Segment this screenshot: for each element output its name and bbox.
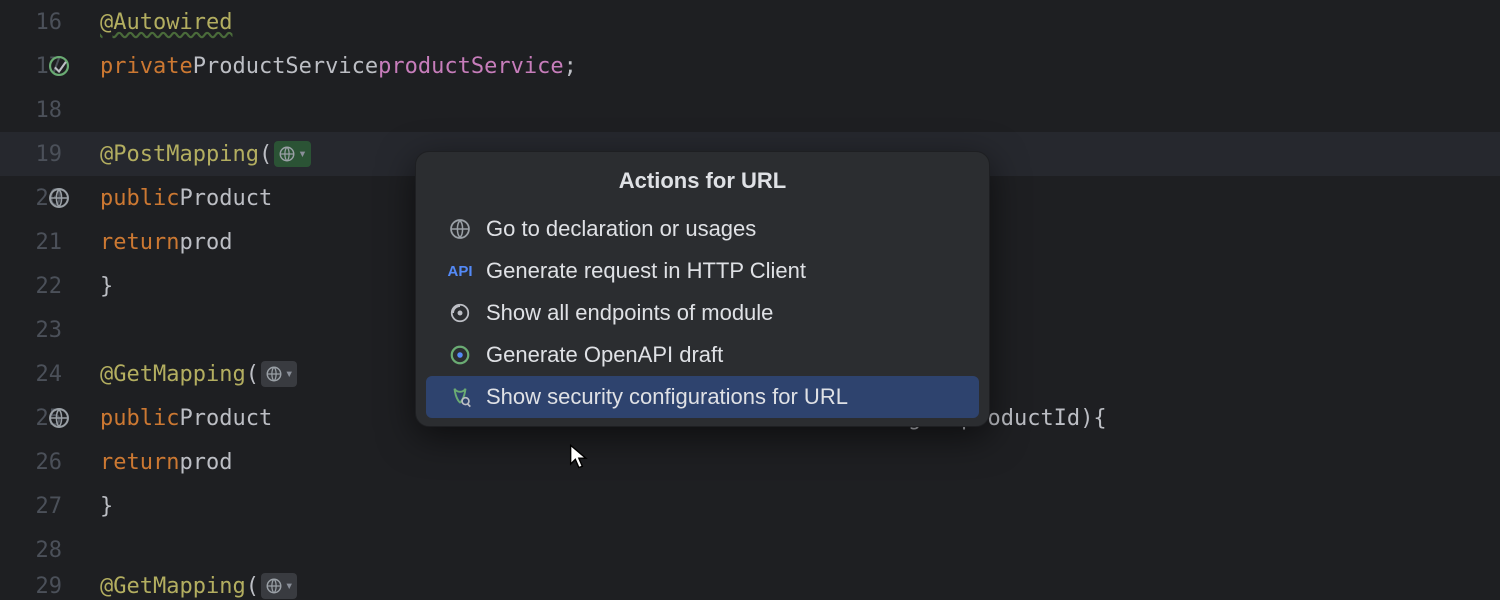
- url-inlay-hint[interactable]: ▾: [274, 141, 310, 167]
- line-number: 29: [0, 574, 90, 599]
- endpoints-icon: [448, 301, 472, 325]
- action-generate-openapi[interactable]: Generate OpenAPI draft: [426, 334, 979, 376]
- line-number: 25: [0, 406, 90, 431]
- annotation: @Autowired: [100, 10, 232, 35]
- action-label: Generate request in HTTP Client: [486, 258, 806, 284]
- action-label: Show all endpoints of module: [486, 300, 773, 326]
- action-label: Go to declaration or usages: [486, 216, 756, 242]
- line-number: 23: [0, 318, 90, 343]
- code-line[interactable]: 28: [0, 528, 1500, 572]
- web-endpoint-gutter-icon[interactable]: [48, 407, 70, 429]
- code-line[interactable]: 27 }: [0, 484, 1500, 528]
- action-show-endpoints[interactable]: Show all endpoints of module: [426, 292, 979, 334]
- spring-bean-gutter-icon[interactable]: [48, 55, 70, 77]
- action-label: Show security configurations for URL: [486, 384, 848, 410]
- action-goto-declaration[interactable]: Go to declaration or usages: [426, 208, 979, 250]
- url-inlay-hint[interactable]: ▾: [261, 361, 297, 387]
- action-label: Generate OpenAPI draft: [486, 342, 723, 368]
- line-number: 27: [0, 494, 90, 519]
- actions-popup: Actions for URL Go to declaration or usa…: [415, 151, 990, 427]
- web-endpoint-gutter-icon[interactable]: [48, 187, 70, 209]
- api-icon: API: [448, 259, 472, 283]
- url-inlay-hint[interactable]: ▾: [261, 573, 297, 599]
- line-number: 26: [0, 450, 90, 475]
- line-number: 16: [0, 10, 90, 35]
- line-number: 22: [0, 274, 90, 299]
- code-line[interactable]: 16 @Autowired: [0, 0, 1500, 44]
- spring-security-icon: [448, 385, 472, 409]
- line-number: 24: [0, 362, 90, 387]
- globe-icon: [448, 217, 472, 241]
- code-line[interactable]: 29 @GetMapping(▾: [0, 572, 1500, 600]
- action-show-security[interactable]: Show security configurations for URL: [426, 376, 979, 418]
- line-number: 17: [0, 54, 90, 79]
- code-line[interactable]: 18: [0, 88, 1500, 132]
- code-line[interactable]: 26 return prod: [0, 440, 1500, 484]
- line-number: 18: [0, 98, 90, 123]
- code-line[interactable]: 17 private ProductService productService…: [0, 44, 1500, 88]
- action-generate-http[interactable]: API Generate request in HTTP Client: [426, 250, 979, 292]
- openapi-icon: [448, 343, 472, 367]
- line-number: 19: [0, 142, 90, 167]
- popup-title: Actions for URL: [416, 152, 989, 208]
- line-number: 20: [0, 186, 90, 211]
- line-number: 21: [0, 230, 90, 255]
- line-number: 28: [0, 538, 90, 563]
